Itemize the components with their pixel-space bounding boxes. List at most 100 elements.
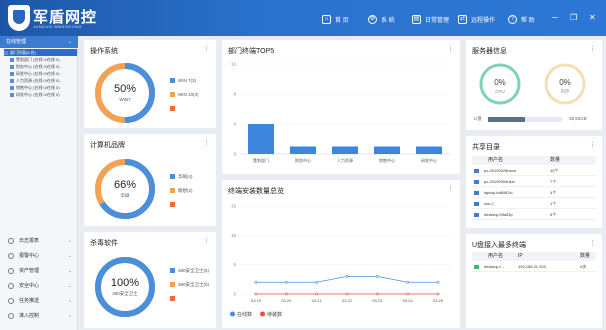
nav-help[interactable]: ? 帮 助 (508, 13, 535, 25)
tree-item-label: 策划部门 (在线 0/在线 0) (16, 57, 60, 62)
os-card: 操作系统 ⋮ 50% WIN7 WIN 7(3) WIN 10(3) (84, 40, 216, 128)
brand-center-label: 华硕 (120, 193, 130, 198)
log-report-icon (8, 237, 14, 244)
table-row[interactable]: desktop-f3fa53p 5个 (472, 210, 596, 220)
brand-subtitle: JUNDUN WANGKONG (33, 24, 83, 29)
asset-management-icon (8, 267, 14, 274)
bar (289, 146, 317, 154)
folder-icon (474, 202, 479, 206)
table-row[interactable]: pc-20190304nkxi 7个 (472, 177, 596, 187)
legend-label: 待装数 (267, 311, 282, 318)
tree-item-department-list[interactable]: 部门列表(6 台) (4, 49, 77, 56)
disk-progress-fill (488, 117, 525, 122)
legend-swatch (230, 311, 235, 317)
column-header: 数量 (580, 253, 591, 259)
more-icon[interactable]: ⋮ (589, 141, 596, 149)
menu-alarm-center[interactable]: 报警中心 ⌄ (0, 249, 78, 263)
install-card-title: 终端安装数量总览 (228, 188, 284, 195)
dept-top5-card: 部门终端TOP5 ⋮ 0 4 8 12 策划部门 财务中心 人力资源 销售中心 研发中心 (222, 40, 460, 174)
more-icon[interactable]: ⋮ (589, 45, 596, 53)
more-icon[interactable]: ⋮ (589, 239, 596, 247)
shield-logo-icon (8, 5, 30, 31)
menu-asset-management[interactable]: 资产管理 ⌄ (0, 264, 78, 278)
nav-daily-management[interactable]: ▤ 日常管理 (412, 13, 449, 25)
legend-item: 联想(2) (170, 188, 193, 194)
bar (415, 146, 443, 154)
chevron-down-icon: ⌄ (67, 313, 72, 319)
chevron-down-icon: ⌄ (67, 238, 72, 244)
menu-task-push[interactable]: 任务推送 ⌄ (0, 294, 78, 308)
menu-security-center[interactable]: 安全中心 ⌄ (0, 279, 78, 293)
legend-item: WIN 7(3) (170, 78, 196, 84)
legend-item: 华硕(4) (170, 174, 193, 180)
more-icon[interactable]: ⋮ (447, 185, 454, 193)
minimize-icon[interactable]: ─ (552, 14, 558, 22)
computer-icon (10, 92, 14, 97)
table-row[interactable]: desktop-f... 192.168.21.203 0次 (472, 262, 596, 272)
more-icon[interactable]: ⋮ (203, 237, 210, 245)
task-push-icon (8, 297, 14, 304)
x-tick-label: 03.24 (403, 298, 414, 303)
legend-item (170, 296, 178, 302)
cpu-value: 0% (494, 78, 506, 87)
tree-item-dept[interactable]: 研发中心 (在线 0/在线 0) (10, 91, 83, 98)
y-tick-label: 4 (233, 122, 236, 127)
table-row[interactable]: pc-20190226hsnu 10个 (472, 166, 596, 176)
folder-icon (474, 180, 479, 184)
tree-item-dept[interactable]: 人力资源 (在线 0/在线 0) (10, 77, 83, 84)
memory-label: 内存 (560, 89, 570, 94)
chevron-down-icon: ⌄ (67, 268, 72, 274)
nav-system[interactable]: ⚙ 系 统 (368, 13, 395, 25)
y-tick-label: 8 (233, 92, 236, 97)
nav-help-label: 帮 助 (521, 17, 535, 24)
nav-home[interactable]: ⌂ 首 页 (322, 13, 349, 25)
x-tick-label: 策划部门 (253, 157, 269, 163)
more-icon[interactable]: ⋮ (203, 45, 210, 53)
antivirus-center-value: 100% (110, 277, 140, 289)
security-center-icon (8, 282, 14, 289)
install-overview-card: 终端安装数量总览 ⋮ 0 5 10 15 03.19 03.20 03.21 03.22 03.… (222, 180, 460, 328)
folder-icon (474, 191, 479, 195)
x-tick-label: 03.23 (372, 298, 383, 303)
tree-item-dept[interactable]: 策划部门 (在线 0/在线 0) (10, 56, 83, 63)
legend-item: 360安全卫士(0) (170, 282, 209, 288)
menu-access-control[interactable]: 准入控制 ⌄ (0, 309, 78, 323)
disk-label: C盘 (474, 116, 482, 121)
memory-value: 0% (559, 78, 571, 87)
y-tick-label: 5 (233, 262, 236, 267)
computer-icon (10, 85, 14, 90)
x-tick-label: 研发中心 (421, 157, 437, 163)
data-point (436, 292, 440, 296)
nav-remote-operation[interactable]: ⇄ 远程操作 (458, 13, 495, 25)
maximize-icon[interactable]: ❐ (570, 14, 577, 22)
legend-label: 在线数 (237, 311, 252, 318)
data-point (345, 292, 349, 296)
brand-center-value: 66% (113, 179, 137, 191)
y-tick-label: 15 (231, 204, 237, 209)
more-icon[interactable]: ⋮ (203, 139, 210, 147)
menu-label: 准入控制 (19, 313, 40, 319)
table-row[interactable]: win-2 1个 (472, 199, 596, 209)
chevron-down-icon: ⌄ (67, 283, 72, 289)
disk-value: 39,50GB (569, 116, 587, 121)
folder-icon (474, 169, 479, 173)
table-row[interactable]: laptop-hd6082xi 4个 (472, 188, 596, 198)
dept-bar-chart: 0 4 8 12 策划部门 财务中心 人力资源 销售中心 研发中心 (231, 62, 450, 163)
menu-log-report[interactable]: 日志报表 ⌄ (0, 234, 78, 248)
data-point (254, 292, 258, 296)
tree-item-dept[interactable]: 研发中心 (在线 0/在线 0) (10, 70, 83, 77)
disk-progress (488, 117, 562, 122)
home-icon: ⌂ (322, 14, 331, 24)
antivirus-card: 杀毒软件 ⋮ 100% 360安全卫士 360安全卫士(6) 360安全卫士(0… (84, 232, 216, 328)
sidebar-online-management[interactable]: 在线管理 ⌄ (0, 36, 78, 48)
remote-operation-icon: ⇄ (458, 14, 467, 24)
tree-item-label: 研发中心 (在线 0/在线 0) (16, 92, 60, 97)
y-tick-label: 0 (233, 152, 236, 157)
more-icon[interactable]: ⋮ (447, 45, 454, 53)
system-icon: ⚙ (368, 14, 377, 24)
tree-item-dept[interactable]: 销售中心 (在线 0/在线 0) (10, 84, 83, 91)
tree-item-dept[interactable]: 财务中心 (在线 0/在线 0) (10, 63, 83, 70)
top-bar: 军盾网控 JUNDUN WANGKONG ⌂ 首 页 ⚙ 系 统 ▤ 日常管理 … (0, 0, 606, 36)
os-center-label: WIN7 (119, 97, 131, 102)
close-icon[interactable]: ✕ (589, 14, 596, 22)
